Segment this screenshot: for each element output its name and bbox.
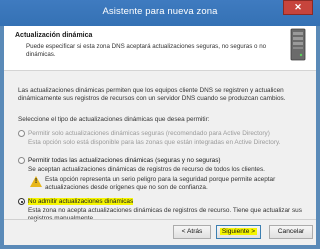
window-title: Asistente para nueva zona — [102, 6, 218, 17]
select-prompt: Seleccione el tipo de actualizaciones di… — [18, 116, 210, 123]
option-secure-only-label: Permitir solo actualizaciones dinámicas … — [28, 130, 270, 137]
wizard-header: Actualización dinámica Puede especificar… — [4, 26, 316, 71]
warning-text: Esta opción representa un serio peligro … — [45, 176, 276, 192]
option-allow-all-description: Se aceptan actualizaciones dinámicas de … — [28, 166, 265, 173]
server-icon — [290, 28, 306, 61]
footer-divider — [4, 219, 316, 220]
wizard-body: Actualización dinámica Puede especificar… — [4, 26, 316, 245]
next-button-label: Siguiente > — [219, 228, 258, 235]
back-button[interactable]: < Atrás — [173, 225, 211, 239]
cancel-button[interactable]: Cancelar — [269, 225, 313, 239]
radio-no-dynamic[interactable] — [18, 198, 25, 205]
title-bar[interactable]: Asistente para nueva zona ✕ — [0, 0, 320, 26]
page-title: Actualización dinámica — [15, 32, 93, 39]
intro-text: Las actualizaciones dinámicas permiten q… — [18, 87, 286, 103]
option-secure-only-description: Esta opción solo está disponible para la… — [28, 139, 281, 146]
option-no-dynamic-label-text: No admitir actualizaciones dinámicas — [28, 198, 134, 205]
warning-exclamation: ! — [34, 178, 38, 185]
option-allow-all-label[interactable]: Permitir todas las actualizaciones dinám… — [28, 157, 308, 165]
close-button[interactable]: ✕ — [283, 0, 313, 15]
radio-allow-all[interactable] — [18, 157, 25, 164]
page-description: Puede especificar si esta zona DNS acept… — [26, 43, 267, 59]
option-no-dynamic-label[interactable]: No admitir actualizaciones dinámicas — [28, 198, 308, 206]
next-button[interactable]: Siguiente > — [216, 225, 261, 239]
option-no-dynamic-description: Esta zona no acepta actualizaciones diná… — [28, 207, 302, 223]
security-warning: ! Esta opción representa un serio peligr… — [18, 176, 310, 194]
radio-secure-only — [18, 130, 25, 137]
wizard-window: Asistente para nueva zona ✕ Actualizació… — [0, 0, 320, 249]
